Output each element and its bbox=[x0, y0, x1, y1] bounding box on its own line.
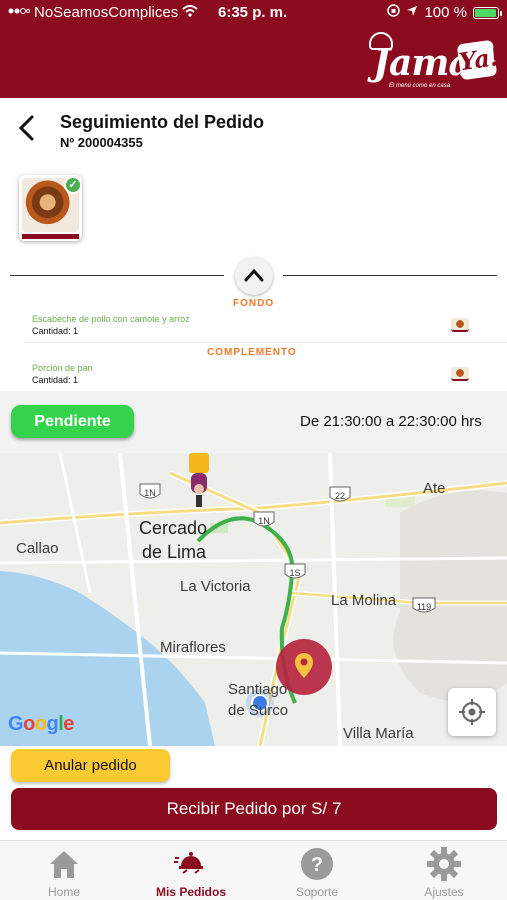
highway-shield: 119 bbox=[412, 597, 436, 613]
tab-label: Mis Pedidos bbox=[155, 885, 226, 899]
map-label: de Surco bbox=[228, 702, 289, 719]
map-label: Miraflores bbox=[160, 639, 226, 656]
logo-ya: Ya! bbox=[456, 39, 502, 81]
shield-label: 22 bbox=[335, 491, 345, 501]
map-label: La Victoria bbox=[180, 578, 251, 595]
section-label-complemento: COMPLEMENTO bbox=[207, 347, 297, 358]
item-name: Porción de pan bbox=[32, 363, 93, 373]
dish-mini-icon bbox=[451, 367, 469, 381]
gear-icon bbox=[427, 847, 461, 881]
tab-label: Home bbox=[47, 885, 80, 899]
map-label: La Molina bbox=[331, 592, 397, 609]
map-label: Cercado bbox=[139, 518, 208, 538]
collapse-button[interactable] bbox=[235, 257, 273, 295]
item-quantity: Cantidad: 1 bbox=[32, 326, 79, 336]
battery-icon bbox=[473, 6, 502, 19]
receive-order-button[interactable]: Recibir Pedido por S/ 7 bbox=[11, 788, 497, 830]
cancel-order-button[interactable]: Anular pedido bbox=[11, 749, 170, 782]
orientation-lock-icon bbox=[387, 4, 401, 21]
jamaya-logo: Jama Ya! El menú como en casa bbox=[367, 32, 502, 92]
delivery-schedule: De 21:30:00 a 22:30:00 hrs bbox=[300, 413, 482, 430]
my-location-button[interactable] bbox=[448, 688, 496, 736]
tab-ajustes[interactable]: Ajustes bbox=[389, 842, 499, 900]
highway-shield: 1S bbox=[284, 563, 306, 579]
map-label: de Lima bbox=[142, 542, 207, 562]
shield-label: 1S bbox=[289, 568, 300, 578]
delivery-icon bbox=[174, 852, 203, 874]
logo-wordmark: Jama bbox=[373, 42, 472, 84]
wifi-icon bbox=[182, 4, 198, 21]
section-label-fondo: FONDO bbox=[233, 298, 275, 309]
divider bbox=[283, 275, 497, 276]
divider bbox=[10, 275, 224, 276]
highway-shield: 1N bbox=[253, 511, 275, 527]
status-badge[interactable]: Pendiente bbox=[11, 405, 134, 438]
status-bar: NoSeamosComplices 6:35 p. m. 100 % bbox=[0, 0, 507, 26]
svg-text:?: ? bbox=[311, 854, 323, 876]
item-name: Escabeche de pollo con camote y arroz bbox=[32, 314, 190, 324]
tab-label: Soporte bbox=[295, 885, 339, 899]
check-icon: ✓ bbox=[64, 176, 82, 194]
map-label: Villa María bbox=[343, 725, 414, 742]
back-button[interactable] bbox=[14, 113, 40, 143]
map-label: Ate bbox=[423, 480, 446, 497]
clock: 6:35 p. m. bbox=[218, 4, 288, 21]
chevron-left-icon bbox=[18, 115, 34, 141]
map-label: Callao bbox=[16, 540, 59, 557]
map-label: Santiago bbox=[228, 681, 288, 698]
map-view[interactable]: 1N 1N 22 1S 119 Ate Cercado de Lima Call… bbox=[0, 453, 507, 746]
battery-fill bbox=[475, 8, 496, 17]
order-number: Nº 200004355 bbox=[60, 135, 143, 150]
tab-label: Ajustes bbox=[424, 885, 464, 899]
dish-mini-icon bbox=[451, 318, 469, 332]
item-quantity: Cantidad: 1 bbox=[32, 375, 79, 385]
google-logo: Google bbox=[8, 713, 74, 735]
app-header: NoSeamosComplices 6:35 p. m. 100 % Jama … bbox=[0, 0, 507, 98]
shield-label: 1N bbox=[258, 516, 270, 526]
divider bbox=[24, 342, 507, 343]
battery-percent: 100 % bbox=[424, 4, 467, 21]
home-icon bbox=[50, 851, 78, 878]
highway-shield: 1N bbox=[139, 483, 161, 499]
crosshair-icon bbox=[459, 699, 485, 725]
shield-label: 119 bbox=[417, 602, 431, 612]
signal-icon bbox=[8, 4, 30, 21]
dish-label-bar bbox=[22, 234, 79, 239]
shield-label: 1N bbox=[144, 488, 156, 498]
courier-marker bbox=[189, 453, 209, 507]
tab-home[interactable]: Home bbox=[9, 842, 119, 900]
logo-tagline: El menú como en casa bbox=[389, 83, 451, 89]
help-icon: ? bbox=[301, 848, 333, 880]
location-arrow-icon bbox=[406, 4, 418, 21]
chevron-up-icon bbox=[244, 268, 264, 282]
tab-mis-pedidos[interactable]: Mis Pedidos bbox=[136, 842, 246, 900]
highway-shield: 22 bbox=[329, 486, 351, 502]
page-title: Seguimiento del Pedido bbox=[60, 112, 265, 132]
tab-soporte[interactable]: ? Soporte bbox=[262, 842, 372, 900]
carrier-name: NoSeamosComplices bbox=[34, 4, 179, 21]
